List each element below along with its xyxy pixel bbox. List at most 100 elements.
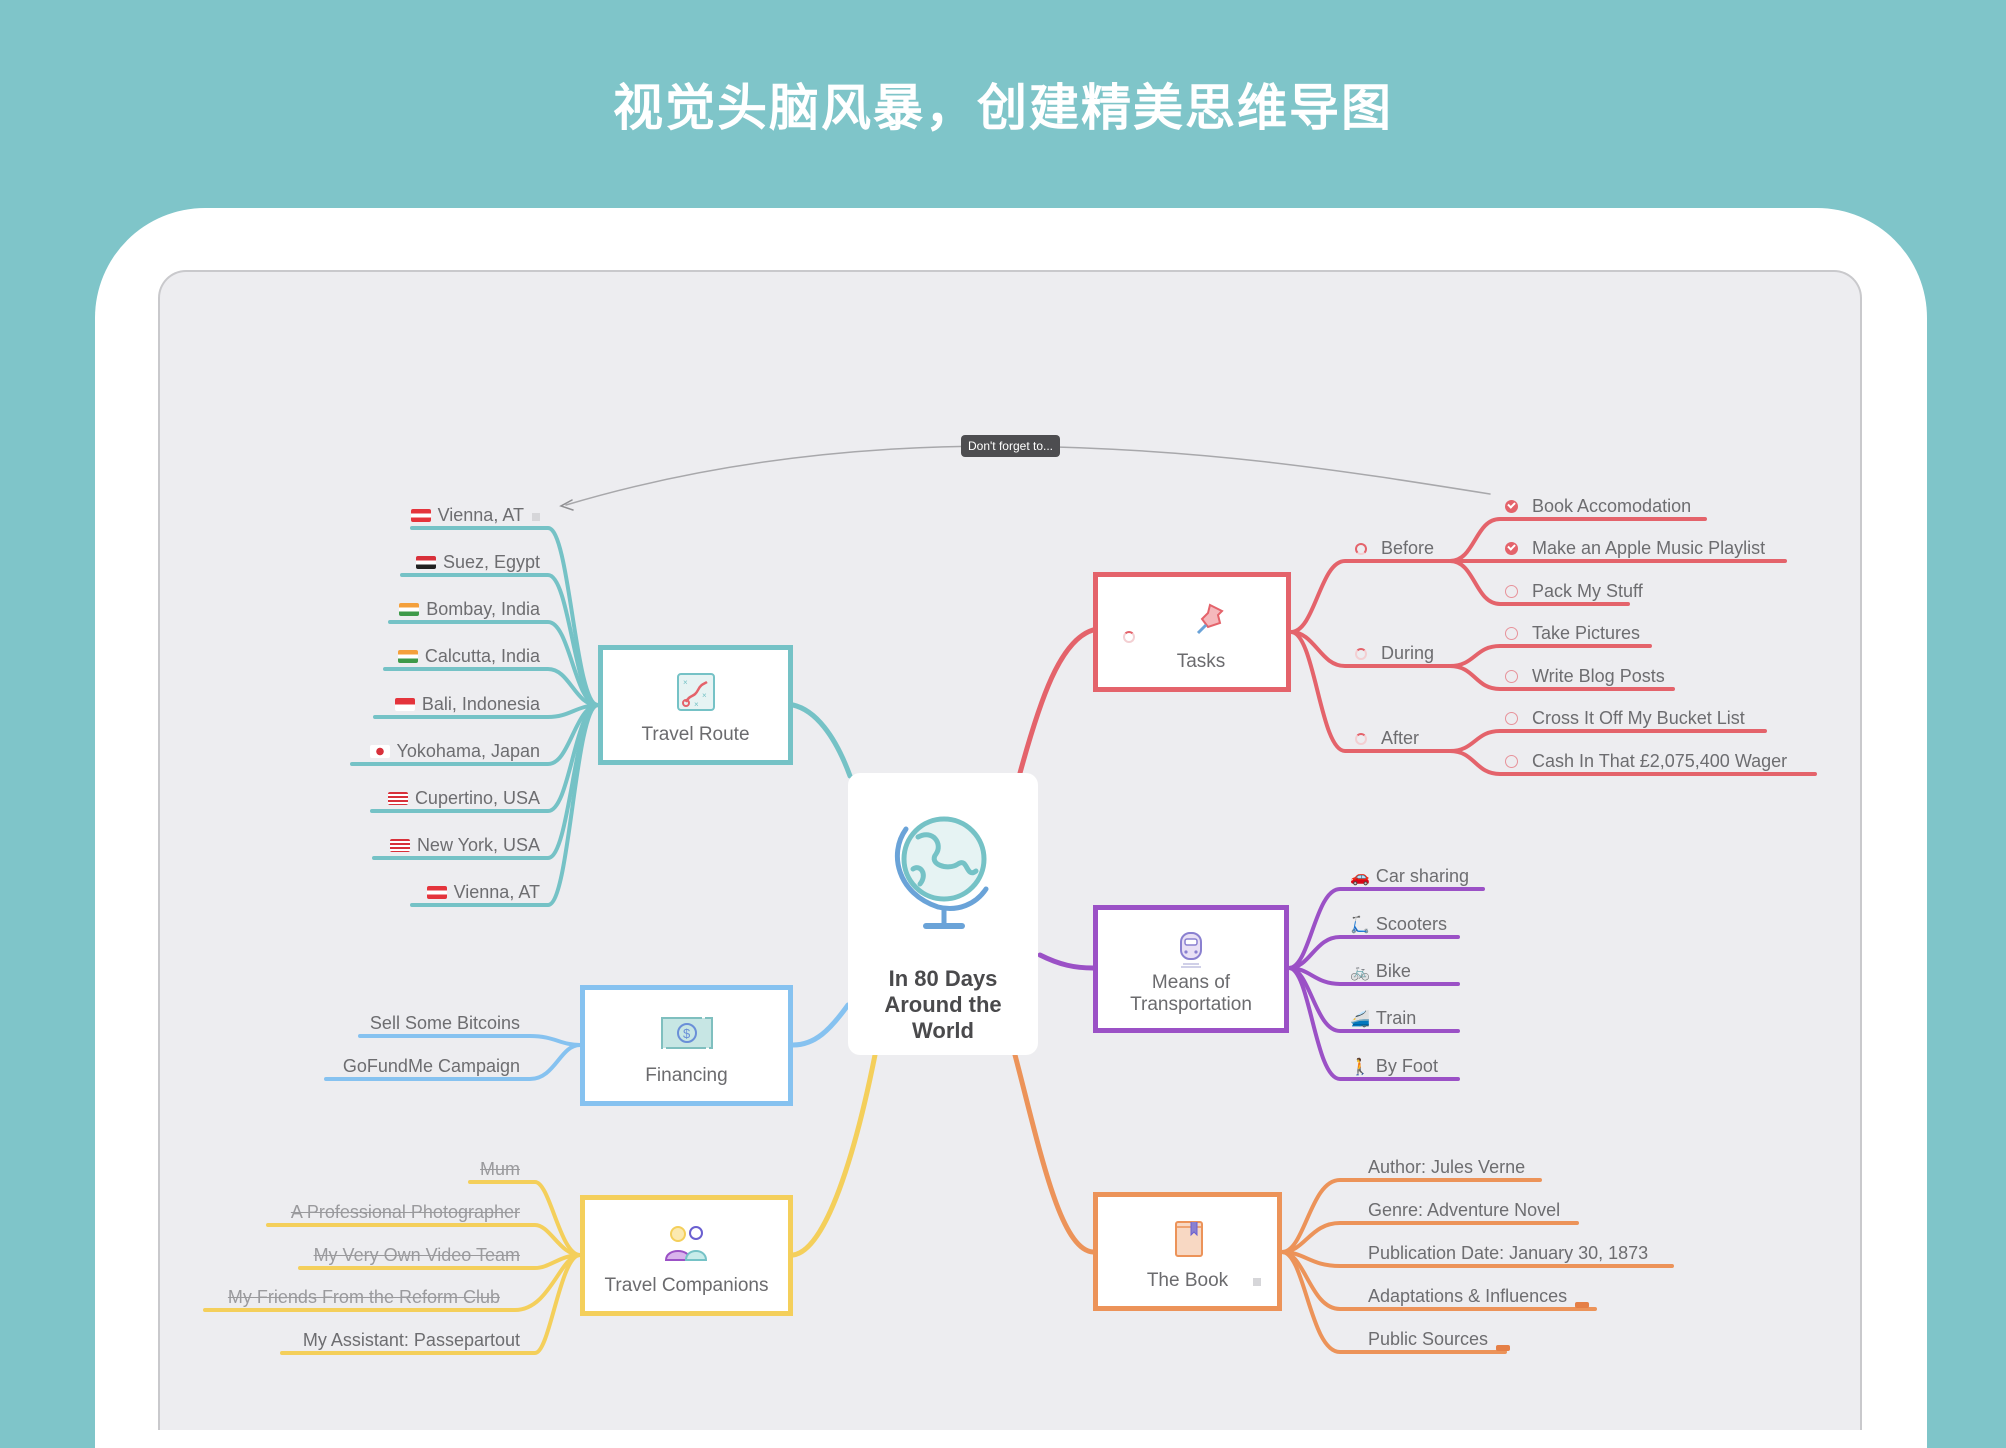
relationship-label[interactable]: Don't forget to... xyxy=(961,435,1061,457)
progress-ring-icon xyxy=(1355,733,1367,745)
checkbox-empty-icon[interactable] xyxy=(1505,712,1518,725)
topic-the-book[interactable]: The Book xyxy=(1093,1192,1282,1311)
topic-label-line-1: Means of xyxy=(1151,972,1231,993)
checkbox-checked-icon[interactable] xyxy=(1505,542,1518,555)
item-label: Public Sources xyxy=(1368,1329,1489,1349)
more-icon[interactable] xyxy=(1575,1302,1590,1308)
topic-travel-companions[interactable]: Travel Companions xyxy=(580,1195,793,1316)
companion-item[interactable]: A Professional Photographer xyxy=(291,1201,520,1223)
item-label: Car sharing xyxy=(1375,866,1469,886)
task-item[interactable]: Pack My Stuff xyxy=(1505,580,1643,602)
flag-in-icon xyxy=(397,650,418,663)
group-line xyxy=(1289,559,1452,634)
flag-at-icon xyxy=(426,886,447,899)
svg-text:×: × xyxy=(683,678,688,687)
companion-item[interactable]: Mum xyxy=(480,1158,520,1180)
item-label: Author: Jules Verne xyxy=(1368,1157,1526,1177)
branch-line xyxy=(1448,729,1767,753)
task-item[interactable]: Book Accomodation xyxy=(1505,495,1691,517)
item-label: During xyxy=(1381,643,1435,663)
route-stop[interactable]: Vienna, AT xyxy=(410,504,540,526)
topic-tasks[interactable]: Tasks xyxy=(1093,572,1291,692)
connector-financing xyxy=(790,1002,851,1048)
item-label: Genre: Adventure Novel xyxy=(1368,1200,1561,1220)
item-label: Vienna, AT xyxy=(453,882,540,902)
topic-travel-route[interactable]: × × × Travel Route xyxy=(598,645,793,765)
route-stop[interactable]: Bali, Indonesia xyxy=(394,693,540,715)
more-icon[interactable] xyxy=(1496,1345,1511,1351)
checkbox-empty-icon[interactable] xyxy=(1505,670,1518,683)
item-label: Write Blog Posts xyxy=(1532,666,1665,686)
train-icon xyxy=(1180,932,1202,968)
companion-item[interactable]: My Assistant: Passepartout xyxy=(303,1329,520,1351)
route-stop[interactable]: Vienna, AT xyxy=(426,881,540,903)
item-label: Cupertino, USA xyxy=(414,788,540,808)
branch-line xyxy=(1448,644,1652,668)
car-icon: 🚗 xyxy=(1350,869,1370,886)
book-item[interactable]: Author: Jules Verne xyxy=(1368,1156,1525,1178)
connector-travel-route xyxy=(790,702,853,779)
item-label: Calcutta, India xyxy=(424,646,540,666)
item-label: A Professional Photographer xyxy=(290,1202,520,1222)
transport-item[interactable]: 🚶 By Foot xyxy=(1350,1055,1438,1079)
financing-item[interactable]: Sell Some Bitcoins xyxy=(370,1012,520,1034)
item-label: New York, USA xyxy=(416,835,540,855)
companion-item[interactable]: My Friends From the Reform Club xyxy=(228,1286,500,1308)
money-bill-icon: $ xyxy=(660,1017,713,1049)
checkbox-empty-icon[interactable] xyxy=(1505,755,1518,768)
task-item[interactable]: Take Pictures xyxy=(1505,622,1640,644)
task-item[interactable]: Make an Apple Music Playlist xyxy=(1505,537,1765,559)
topic-financing[interactable]: $ Financing xyxy=(580,985,793,1106)
flag-jp-icon xyxy=(369,745,390,758)
item-label: My Friends From the Reform Club xyxy=(227,1287,500,1307)
transport-item[interactable]: 🚗 Car sharing xyxy=(1350,865,1469,889)
task-item[interactable]: Cross It Off My Bucket List xyxy=(1505,707,1745,729)
item-label: Before xyxy=(1381,538,1435,558)
central-topic[interactable]: In 80 Days Around the World xyxy=(848,773,1038,1055)
book-item[interactable]: Adaptations & Influences xyxy=(1368,1285,1590,1308)
task-item[interactable]: Cash In That £2,075,400 Wager xyxy=(1505,750,1787,772)
checkbox-empty-icon[interactable] xyxy=(1505,585,1518,598)
book-item[interactable]: Publication Date: January 30, 1873 xyxy=(1368,1242,1648,1264)
financing-item[interactable]: GoFundMe Campaign xyxy=(343,1055,520,1077)
branch-line xyxy=(358,1034,582,1047)
transport-item[interactable]: 🚄 Train xyxy=(1350,1007,1416,1031)
task-group[interactable]: During xyxy=(1355,642,1434,664)
task-group[interactable]: After xyxy=(1355,727,1419,749)
train-icon: 🚄 xyxy=(1350,1011,1370,1028)
task-group[interactable]: Before xyxy=(1355,537,1434,559)
flag-id-icon xyxy=(394,698,415,711)
flag-at-icon xyxy=(410,509,431,522)
book-item[interactable]: Genre: Adventure Novel xyxy=(1368,1199,1560,1221)
item-label: Take Pictures xyxy=(1532,623,1641,643)
walking-person-icon: 🚶 xyxy=(1350,1059,1370,1076)
connector-companions xyxy=(790,1052,878,1258)
task-item[interactable]: Write Blog Posts xyxy=(1505,665,1665,687)
route-stop[interactable]: Bombay, India xyxy=(399,598,540,620)
route-stop[interactable]: Calcutta, India xyxy=(397,645,540,667)
flag-us-icon xyxy=(387,792,408,805)
item-label: Bike xyxy=(1375,961,1411,981)
checkbox-empty-icon[interactable] xyxy=(1505,627,1518,640)
connector-transport xyxy=(1037,952,1096,971)
topic-means-of-transportation[interactable]: Means of Transportation xyxy=(1093,905,1289,1033)
topic-label-line-2: Transportation xyxy=(1130,994,1252,1015)
central-topic-title: In 80 Days Around the World xyxy=(884,966,1002,1043)
topic-label: Travel Companions xyxy=(604,1275,769,1296)
route-stop[interactable]: Cupertino, USA xyxy=(387,787,540,809)
transport-item[interactable]: 🚲 Bike xyxy=(1350,960,1411,984)
checkbox-checked-icon[interactable] xyxy=(1505,500,1518,513)
route-stop[interactable]: Suez, Egypt xyxy=(415,551,540,573)
note-icon[interactable] xyxy=(532,513,540,521)
note-icon[interactable] xyxy=(1253,1278,1261,1286)
flag-us-icon xyxy=(389,839,410,852)
item-label: Bombay, India xyxy=(426,599,540,619)
item-label: Adaptations & Influences xyxy=(1368,1286,1568,1306)
transport-item[interactable]: 🛴 Scooters xyxy=(1350,913,1447,937)
route-stop[interactable]: Yokohama, Japan xyxy=(369,740,540,762)
item-label: Train xyxy=(1375,1008,1417,1028)
pushpin-icon xyxy=(1196,603,1224,635)
book-item[interactable]: Public Sources xyxy=(1368,1328,1511,1351)
route-stop[interactable]: New York, USA xyxy=(389,834,540,856)
companion-item[interactable]: My Very Own Video Team xyxy=(314,1244,520,1266)
